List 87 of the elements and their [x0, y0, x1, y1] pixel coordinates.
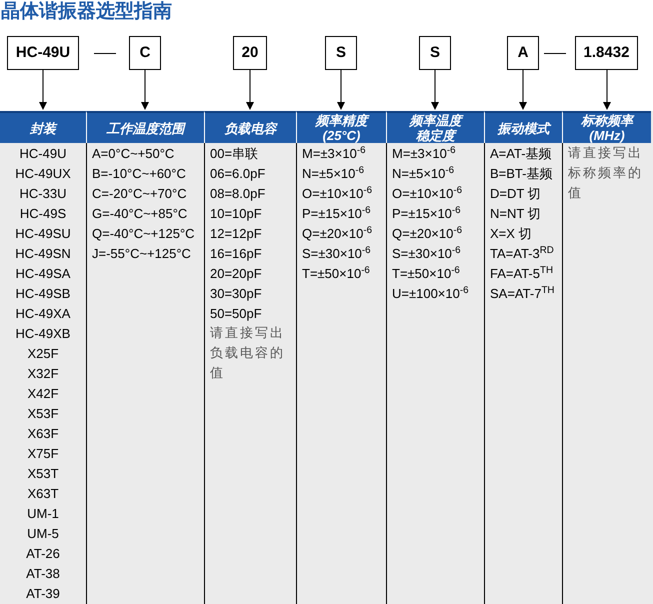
table-cell-text: 12=12pF [210, 225, 263, 243]
table-cell-text: O=±10×10$^{-6}$ [392, 184, 464, 203]
table-cell-text: HC-49SB [16, 285, 70, 303]
code-box: S [325, 36, 357, 70]
table-cell-text: HC-49SA [16, 265, 70, 283]
table-cell-text: X53T [27, 465, 59, 483]
table-cell-text: UM-5 [27, 525, 59, 543]
table-cell-text: 06=6.0pF [210, 165, 266, 183]
table-cell-text: X=X 切 [490, 225, 533, 243]
code-box: HC-49U [6, 36, 80, 70]
table-cell-text: M=±3×10$^{-6}$ [392, 144, 457, 163]
table-cell-text: N=±5×10$^{-6}$ [392, 164, 456, 183]
table-cell-text: A=0°C~+50°C [92, 145, 176, 163]
table-cell-text: FA=AT-5$^{TH}$ [490, 264, 554, 283]
column-header: 标称频率 (MHz) [562, 111, 651, 143]
table-cell-text: TA=AT-3$^{RD}$ [490, 244, 555, 263]
table-cell-text: AT-26 [26, 545, 60, 563]
table-cell-text: U=±100×10$^{-6}$ [392, 284, 470, 303]
table-cell-text: M=±3×10$^{-6}$ [302, 144, 367, 163]
table-cell-text: HC-49S [20, 205, 66, 223]
table-cell-text: X53F [27, 405, 59, 423]
table-cell-text: J=-55°C~+125°C [92, 245, 192, 263]
code-box: S [419, 36, 451, 70]
table-cell-text: N=±5×10$^{-6}$ [302, 164, 366, 183]
table-cell-text: AT-38 [26, 565, 60, 583]
table-cell-text: 50=50pF [210, 305, 263, 323]
table-cell-text: 20=20pF [210, 265, 263, 283]
table-cell-text: G=-40°C~+85°C [92, 205, 188, 223]
dash-line [94, 53, 116, 54]
table-cell-text: Q=-40°C~+125°C [92, 225, 196, 243]
table-cell-text: UM-1 [27, 505, 59, 523]
arrow-icon [602, 70, 610, 110]
dash-line [544, 53, 566, 54]
table-cell-text: B=-10°C~+60°C [92, 165, 187, 183]
note-text: 请直接写出标称频率的值 [568, 145, 644, 203]
arrow-icon [39, 70, 47, 110]
arrow-icon [337, 70, 345, 110]
code-box: C [129, 36, 161, 70]
arrow-icon [519, 70, 527, 110]
table-cell-text: SA=AT-7$^{TH}$ [490, 284, 556, 303]
table-cell-text: HC-49SU [15, 225, 71, 243]
table-cell-text: A=AT-基频 [490, 145, 553, 163]
table-cell-text: Q=±20×10$^{-6}$ [392, 224, 464, 243]
table-cell-text: 08=8.0pF [210, 185, 266, 203]
table-cell-text: HC-33U [20, 185, 66, 203]
table-cell-text: D=DT 切 [490, 185, 542, 203]
table-cell-text: 00=串联 [210, 145, 260, 163]
table-cell-text: X63T [27, 485, 59, 503]
table-cell-text: HC-49XB [16, 325, 70, 343]
table-cell-text: X25F [27, 345, 59, 363]
table-cell-text: AT-39 [26, 585, 60, 603]
table-cell-text: 10=10pF [210, 205, 263, 223]
column-header: 频率温度 稳定度 [386, 111, 484, 143]
table-cell-text: S=±30×10$^{-6}$ [392, 244, 462, 263]
table-cell-text: Q=±20×10$^{-6}$ [302, 224, 374, 243]
table-cell-text: HC-49UX [15, 165, 71, 183]
code-box: A [507, 36, 539, 70]
table-cell-text: S=±30×10$^{-6}$ [302, 244, 372, 263]
table-cell-text: HC-49SN [15, 245, 71, 263]
page-title: 晶体谐振器选型指南 [0, 0, 172, 24]
table-cell-text: P=±15×10$^{-6}$ [392, 204, 462, 223]
table-cell-text: T=±50×10$^{-6}$ [302, 264, 371, 283]
table-cell-text: X32F [27, 365, 59, 383]
column-header: 封装 [0, 111, 86, 143]
table-cell-text: HC-49U [20, 145, 66, 163]
column-header: 振动模式 [484, 111, 562, 143]
arrow-icon [246, 70, 254, 110]
table-cell-text: 16=16pF [210, 245, 263, 263]
code-box: 20 [232, 36, 268, 70]
code-box: 1.8432 [574, 36, 638, 70]
table-cell-text: X75F [27, 445, 59, 463]
column-header: 工作温度范围 [86, 111, 204, 143]
arrow-icon [141, 70, 149, 110]
arrow-icon [431, 70, 439, 110]
table-cell-text: T=±50×10$^{-6}$ [392, 264, 461, 283]
table-cell-text: N=NT 切 [490, 205, 542, 223]
table-cell-text: HC-49XA [16, 305, 70, 323]
column-header: 频率精度 (25°C) [296, 111, 386, 143]
note-text: 请直接写出负载电容的值 [210, 325, 286, 383]
table-cell-text: X42F [27, 385, 59, 403]
table-cell-text: B=BT-基频 [490, 165, 554, 183]
column-header: 负载电容 [204, 111, 296, 143]
table-cell-text: X63F [27, 425, 59, 443]
table-cell-text: 30=30pF [210, 285, 263, 303]
table-cell-text: O=±10×10$^{-6}$ [302, 184, 374, 203]
table-cell-text: P=±15×10$^{-6}$ [302, 204, 372, 223]
table-cell-text: C=-20°C~+70°C [92, 185, 188, 203]
